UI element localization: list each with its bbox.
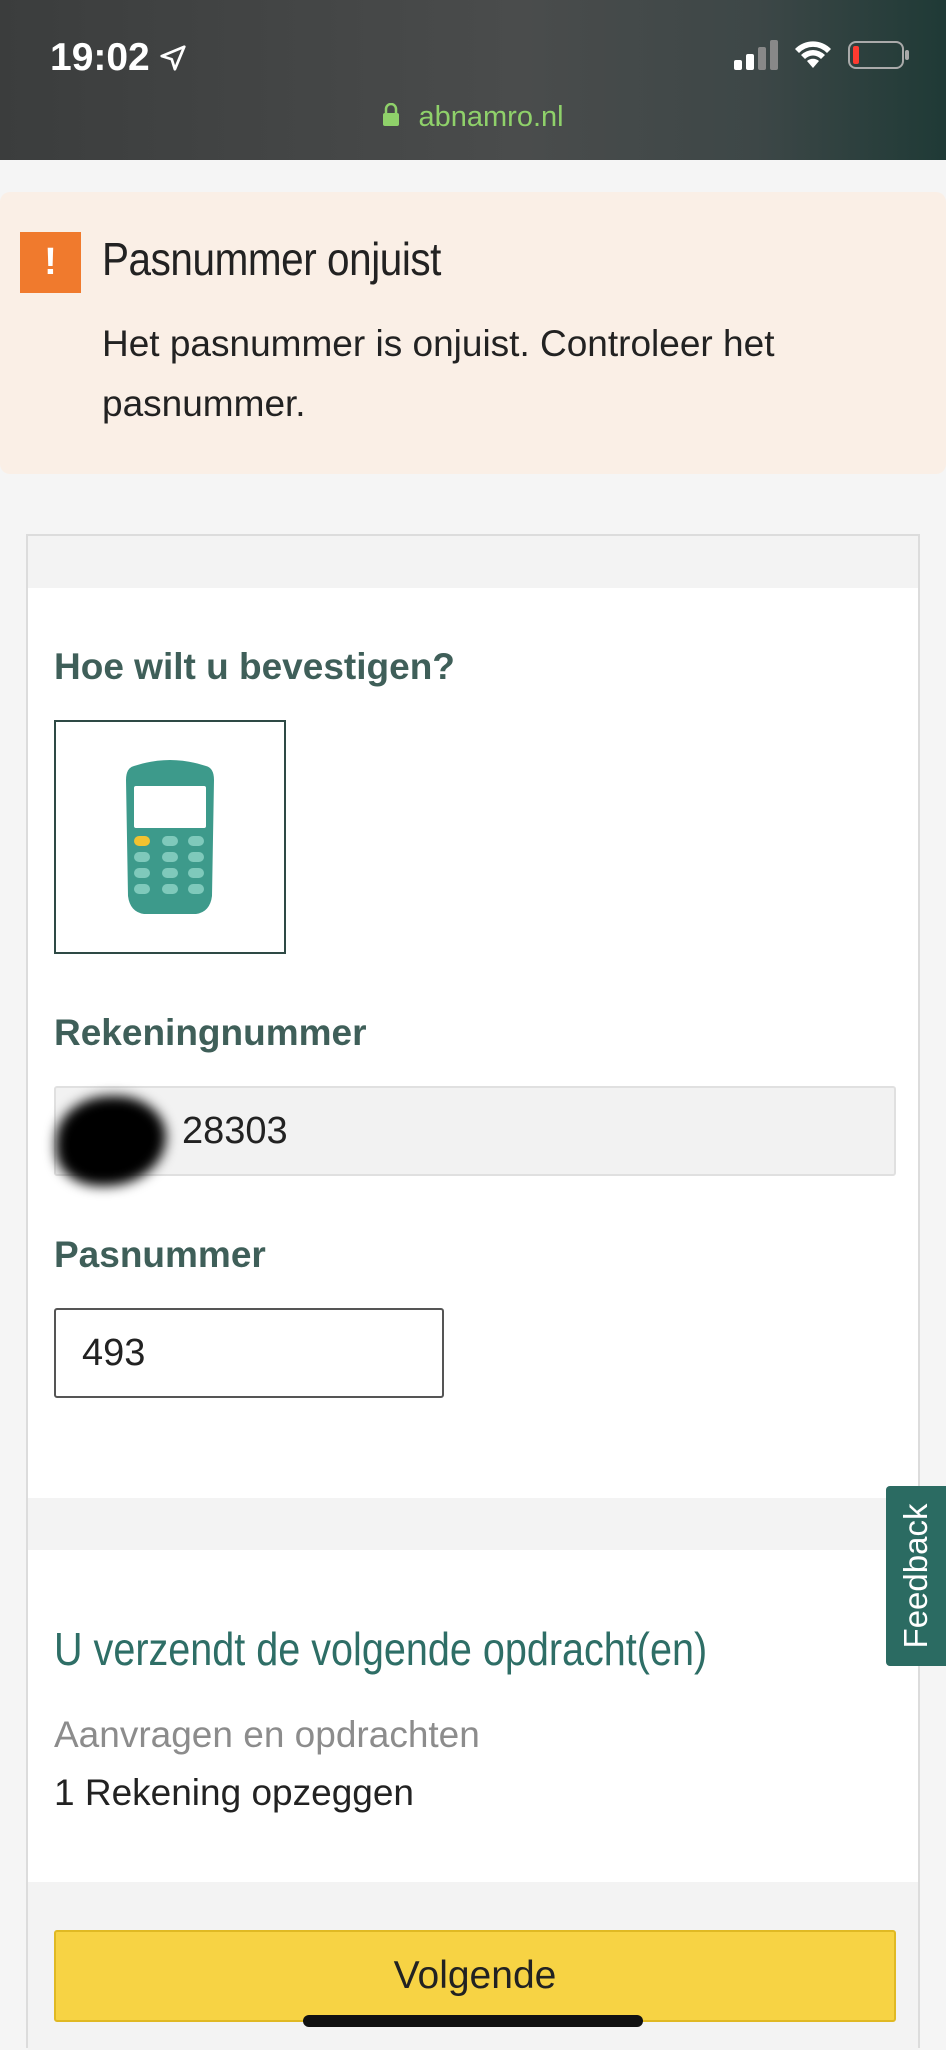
account-number-value: 28303 [182, 1110, 288, 1152]
wifi-icon [795, 41, 831, 68]
status-bar: 19:02 abnamro.nl [0, 0, 946, 160]
url-bar[interactable]: abnamro.nl [0, 100, 946, 134]
account-number-field: 28303 [54, 1086, 896, 1176]
feedback-tab[interactable]: Feedback [886, 1486, 946, 1666]
next-button[interactable]: Volgende [54, 1930, 896, 2022]
status-time: 19:02 [50, 36, 188, 80]
summary-title: U verzendt de volgende opdracht(en) [54, 1623, 708, 1675]
summary-subtitle: Aanvragen en opdrachten [54, 1714, 480, 1755]
alert-title: Pasnummer onjuist [102, 233, 441, 285]
confirm-method-label: Hoe wilt u bevestigen? [54, 646, 455, 687]
confirmation-card: Hoe wilt u bevestigen? Rekeningnummer 28… [26, 534, 920, 2050]
card-middle-band [28, 1498, 918, 1550]
home-indicator[interactable] [303, 2015, 643, 2027]
account-number-label: Rekeningnummer [54, 1012, 367, 1053]
exclamation-icon: ! [20, 232, 81, 293]
battery-icon [848, 41, 909, 69]
url-text: abnamro.nl [418, 100, 564, 133]
error-alert: ! Pasnummer onjuist Het pasnummer is onj… [0, 192, 946, 474]
card-reader-icon [126, 760, 214, 914]
signal-icon [734, 40, 778, 70]
feedback-label: Feedback [897, 1503, 934, 1649]
summary-item: 1 Rekening opzeggen [54, 1772, 415, 1813]
card-top-band [28, 536, 918, 588]
alert-message: Het pasnummer is onjuist. Controleer het… [102, 323, 775, 424]
clock-text: 19:02 [50, 36, 150, 79]
status-icons [734, 40, 910, 70]
card-number-label: Pasnummer [54, 1234, 266, 1275]
location-arrow-icon [160, 45, 186, 71]
lock-icon [383, 103, 400, 126]
card-reader-option[interactable] [54, 720, 286, 954]
card-number-input[interactable] [54, 1308, 444, 1398]
